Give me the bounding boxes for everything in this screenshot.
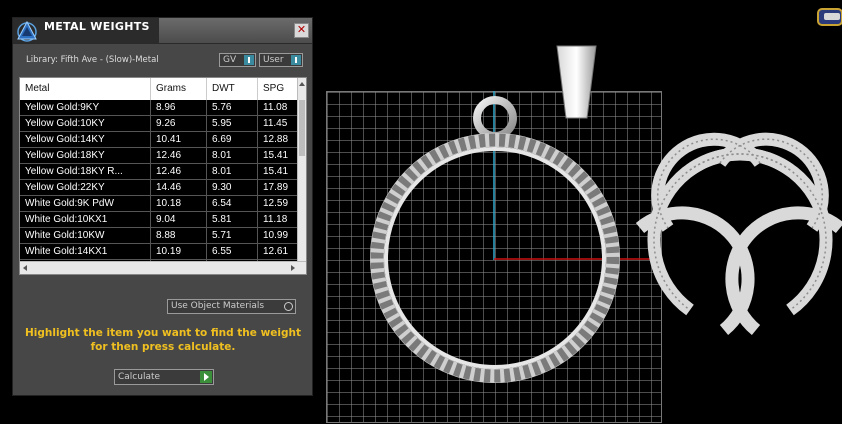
table-cell-spg: 12.59 <box>258 196 300 212</box>
user-combo[interactable]: User <box>259 53 303 67</box>
panel-titlebar[interactable]: METAL WEIGHTS ✕ <box>13 18 312 44</box>
table-row[interactable]: Yellow Gold:14KY 10.41 6.69 12.88 <box>20 132 300 148</box>
library-label: Library: Fifth Ave - (Slow)-Metal <box>26 55 159 65</box>
play-arrow-icon[interactable] <box>200 371 212 383</box>
table-cell-dwt: 6.55 <box>207 244 258 260</box>
table-cell-spg: 10.99 <box>258 228 300 244</box>
table-cell-metal: White Gold:9K PdW <box>20 196 151 212</box>
close-button[interactable]: ✕ <box>294 23 309 38</box>
table-cell-grams: 14.46 <box>151 180 207 196</box>
dropdown-arrow-icon <box>244 55 254 65</box>
table-cell-metal: Yellow Gold:18KY <box>20 148 151 164</box>
horizontal-scrollbar[interactable] <box>20 261 306 274</box>
jump-ring[interactable] <box>473 96 517 140</box>
table-row[interactable]: Yellow Gold:18KY R... 12.46 8.01 15.41 <box>20 164 300 180</box>
table-cell-dwt: 5.76 <box>207 100 258 116</box>
table-cell-dwt: 5.71 <box>207 228 258 244</box>
table-row[interactable]: White Gold:14KX1 10.19 6.55 12.61 <box>20 244 300 260</box>
table-row[interactable]: White Gold:10KX1 9.04 5.81 11.18 <box>20 212 300 228</box>
table-cell-metal: Yellow Gold:9KY <box>20 100 151 116</box>
column-header-dwt[interactable]: DWT <box>207 78 258 100</box>
close-icon: ✕ <box>296 23 307 36</box>
inner-rim <box>384 147 606 369</box>
table-cell-metal: Yellow Gold:18KY R... <box>20 164 151 180</box>
table-cell-metal: White Gold:10KX1 <box>20 212 151 228</box>
table-cell-spg: 15.41 <box>258 148 300 164</box>
calculate-button[interactable]: Calculate <box>114 369 214 385</box>
unit-combo[interactable]: GV <box>219 53 256 67</box>
table-cell-grams: 12.46 <box>151 164 207 180</box>
table-row[interactable]: Yellow Gold:18KY 12.46 8.01 15.41 <box>20 148 300 164</box>
table-cell-spg: 12.61 <box>258 244 300 260</box>
table-cell-dwt: 6.69 <box>207 132 258 148</box>
scroll-right-icon[interactable] <box>291 265 295 271</box>
vertical-scrollbar[interactable] <box>297 78 306 264</box>
table-cell-grams: 10.18 <box>151 196 207 212</box>
table-row[interactable]: Yellow Gold:10KY 9.26 5.95 11.45 <box>20 116 300 132</box>
table-cell-grams: 8.88 <box>151 228 207 244</box>
vertical-scroll-thumb[interactable] <box>299 100 305 156</box>
table-cell-spg: 12.88 <box>258 132 300 148</box>
scroll-up-icon[interactable] <box>299 82 305 86</box>
panel-title: METAL WEIGHTS <box>44 20 150 33</box>
knot-pendant[interactable] <box>635 132 842 336</box>
calculate-label: Calculate <box>118 372 161 382</box>
table-cell-metal: White Gold:10KW <box>20 228 151 244</box>
table-cell-grams: 9.26 <box>151 116 207 132</box>
column-header-metal[interactable]: Metal <box>20 78 151 100</box>
table-cell-dwt: 5.95 <box>207 116 258 132</box>
table-cell-dwt: 8.01 <box>207 148 258 164</box>
column-header-spg[interactable]: SPG <box>258 78 300 100</box>
table-cell-dwt: 6.54 <box>207 196 258 212</box>
table-cell-grams: 12.46 <box>151 148 207 164</box>
table-header: Metal Grams DWT SPG <box>20 78 300 100</box>
table-row[interactable]: Yellow Gold:22KY 14.46 9.30 17.89 <box>20 180 300 196</box>
table-cell-spg: 17.89 <box>258 180 300 196</box>
table-cell-grams: 10.19 <box>151 244 207 260</box>
table-cell-spg: 11.18 <box>258 212 300 228</box>
table-row[interactable]: Yellow Gold:9KY 8.96 5.76 11.08 <box>20 100 300 116</box>
table-row[interactable]: White Gold:10KW 8.88 5.71 10.99 <box>20 228 300 244</box>
hint-text: Highlight the item you want to find the … <box>25 327 301 353</box>
column-header-grams[interactable]: Grams <box>151 78 207 100</box>
unit-combo-value: GV <box>223 55 237 65</box>
metal-weights-panel: METAL WEIGHTS ✕ Library: Fifth Ave - (Sl… <box>12 17 313 396</box>
table-cell-dwt: 5.81 <box>207 212 258 228</box>
table-cell-spg: 11.45 <box>258 116 300 132</box>
table-cell-grams: 9.04 <box>151 212 207 228</box>
table-cell-dwt: 9.30 <box>207 180 258 196</box>
scroll-left-icon[interactable] <box>23 265 27 271</box>
metal-table[interactable]: Metal Grams DWT SPG Yellow Gold:9KY 8.96 5… <box>19 77 307 275</box>
rhino-logo-icon <box>17 20 37 42</box>
view-widget-icon[interactable] <box>817 8 842 26</box>
table-cell-metal: Yellow Gold:22KY <box>20 180 151 196</box>
use-object-materials-label: Use Object Materials <box>171 301 265 311</box>
table-cell-metal: Yellow Gold:14KY <box>20 132 151 148</box>
table-cell-dwt: 8.01 <box>207 164 258 180</box>
table-cell-spg: 15.41 <box>258 164 300 180</box>
table-cell-spg: 11.08 <box>258 100 300 116</box>
table-cell-metal: White Gold:14KX1 <box>20 244 151 260</box>
pendant-bail[interactable] <box>556 45 597 119</box>
table-cell-grams: 10.41 <box>151 132 207 148</box>
user-combo-value: User <box>263 55 284 65</box>
use-object-materials-option[interactable]: Use Object Materials <box>167 299 296 314</box>
knot-texture <box>653 138 827 311</box>
dropdown-arrow-icon <box>291 55 301 65</box>
table-cell-grams: 8.96 <box>151 100 207 116</box>
table-row[interactable]: White Gold:9K PdW 10.18 6.54 12.59 <box>20 196 300 212</box>
table-cell-metal: Yellow Gold:10KY <box>20 116 151 132</box>
radio-icon[interactable] <box>284 302 293 311</box>
